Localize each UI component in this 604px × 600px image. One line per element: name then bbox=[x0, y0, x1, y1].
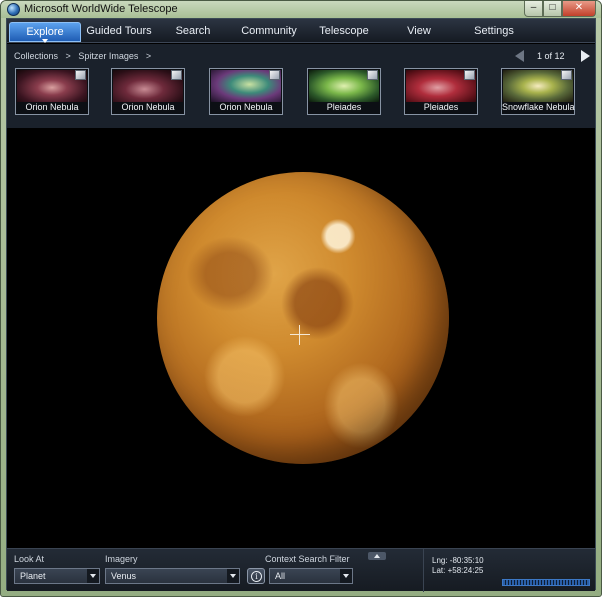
chevron-down-icon bbox=[227, 569, 239, 583]
breadcrumb-collections[interactable]: Collections bbox=[14, 51, 58, 61]
venus-planet-icon bbox=[157, 172, 449, 464]
thumbnail-label: Orion Nebula bbox=[121, 102, 175, 112]
latitude-readout: Lat: +58:24:25 bbox=[432, 566, 484, 575]
tab-view[interactable]: View bbox=[395, 22, 443, 42]
look-at-dropdown[interactable]: Planet bbox=[14, 568, 100, 584]
window-title: Microsoft WorldWide Telescope bbox=[24, 3, 178, 15]
thumbnail-item[interactable]: Pleiades bbox=[307, 68, 381, 115]
thumbnail-label: Orion Nebula bbox=[219, 102, 273, 112]
look-at-label: Look At bbox=[14, 554, 45, 564]
title-bar[interactable]: Microsoft WorldWide Telescope – □ ✕ bbox=[1, 1, 601, 18]
thumbnail-item[interactable]: Orion Nebula bbox=[111, 68, 185, 115]
info-icon: i bbox=[251, 571, 262, 582]
breadcrumb: Collections > Spitzer Images > bbox=[14, 51, 156, 61]
chevron-down-icon bbox=[42, 39, 48, 43]
context-filter-value: All bbox=[275, 571, 286, 581]
crosshair-icon bbox=[290, 334, 310, 335]
minimize-button[interactable]: – bbox=[524, 1, 543, 17]
image-thumbnail-icon bbox=[171, 70, 182, 80]
tab-community[interactable]: Community bbox=[235, 22, 303, 42]
thumbnail-item[interactable]: Pleiades bbox=[404, 68, 478, 115]
context-filter-dropdown[interactable]: All bbox=[269, 568, 353, 584]
info-button[interactable]: i bbox=[247, 568, 265, 584]
main-nav: Explore Guided Tours Search Community Te… bbox=[7, 19, 595, 43]
thumbnail-item[interactable]: Orion Nebula bbox=[209, 68, 283, 115]
thumbnail-label: Pleiades bbox=[326, 102, 362, 112]
page-indicator: 1 of 12 bbox=[537, 51, 565, 61]
imagery-value: Venus bbox=[111, 571, 137, 581]
tab-telescope[interactable]: Telescope bbox=[311, 22, 377, 42]
next-page-icon[interactable] bbox=[581, 50, 590, 62]
wwt-app: Explore Guided Tours Search Community Te… bbox=[6, 18, 596, 592]
longitude-readout: Lng: -80:35:10 bbox=[432, 556, 484, 565]
breadcrumb-separator: > bbox=[65, 51, 71, 61]
activity-meter bbox=[502, 579, 590, 586]
chevron-down-icon bbox=[340, 569, 352, 583]
maximize-button[interactable]: □ bbox=[543, 1, 562, 17]
imagery-dropdown[interactable]: Venus bbox=[105, 568, 240, 584]
tab-guided-tours[interactable]: Guided Tours bbox=[83, 22, 155, 42]
thumbnail-item[interactable]: Orion Nebula bbox=[15, 68, 89, 115]
imagery-label: Imagery bbox=[105, 554, 138, 564]
image-thumbnail-icon bbox=[75, 70, 86, 80]
look-at-value: Planet bbox=[20, 571, 46, 581]
window-controls: – □ ✕ bbox=[524, 1, 596, 17]
app-globe-icon bbox=[7, 3, 20, 16]
chevron-down-icon bbox=[87, 569, 99, 583]
image-thumbnail-icon bbox=[269, 70, 280, 80]
app-window: Microsoft WorldWide Telescope – □ ✕ Expl… bbox=[0, 0, 602, 597]
expand-panel-button[interactable] bbox=[368, 552, 386, 560]
thumbnail-label: Orion Nebula bbox=[25, 102, 79, 112]
image-thumbnail-icon bbox=[561, 70, 572, 80]
breadcrumb-separator: > bbox=[145, 51, 152, 61]
image-thumbnail-icon bbox=[367, 70, 378, 80]
tab-label: Explore bbox=[26, 26, 64, 38]
thumbnail-item[interactable]: Snowflake Nebula bbox=[501, 68, 575, 115]
control-bar: Look At Planet Imagery Venus i Context S… bbox=[7, 548, 595, 592]
tab-settings[interactable]: Settings bbox=[465, 22, 523, 42]
image-thumbnail-icon bbox=[464, 70, 475, 80]
crosshair-icon bbox=[299, 325, 300, 345]
context-search-filter-label: Context Search Filter bbox=[265, 554, 350, 564]
collection-browser: Collections > Spitzer Images > 1 of 12 O… bbox=[7, 44, 595, 153]
thumbnail-label: Snowflake Nebula bbox=[502, 102, 575, 112]
tab-search[interactable]: Search bbox=[163, 22, 223, 42]
previous-page-icon[interactable] bbox=[515, 50, 524, 62]
tab-explore[interactable]: Explore bbox=[9, 22, 81, 43]
breadcrumb-spitzer-images[interactable]: Spitzer Images bbox=[78, 51, 138, 61]
divider bbox=[423, 549, 424, 592]
close-button[interactable]: ✕ bbox=[562, 1, 596, 17]
thumbnail-label: Pleiades bbox=[423, 102, 459, 112]
sky-viewport[interactable] bbox=[7, 129, 595, 547]
